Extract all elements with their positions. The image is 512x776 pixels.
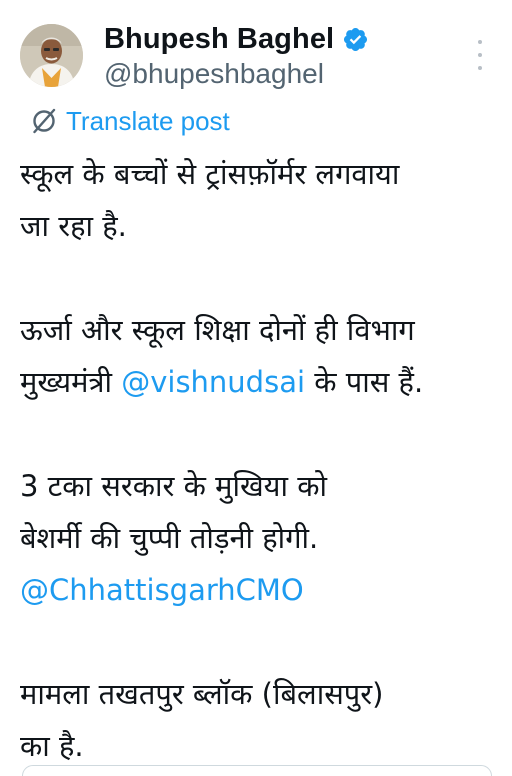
- post-line: स्कूल के बच्चों से ट्रांसफ़ॉर्मर लगवाया: [20, 157, 400, 191]
- user-handle[interactable]: @bhupeshbaghel: [104, 58, 324, 90]
- verified-badge-icon[interactable]: [342, 26, 369, 53]
- post-text: स्कूल के बच्चों से ट्रांसफ़ॉर्मर लगवाया …: [20, 148, 500, 772]
- display-name[interactable]: Bhupesh Baghel: [104, 23, 334, 56]
- post-line: मामला तखतपुर ब्लॉक (बिलासपुर): [20, 677, 384, 711]
- post-line: बेशर्मी की चुप्पी तोड़नी होगी.: [20, 521, 319, 555]
- post-line: ऊर्जा और स्कूल शिक्षा दोनों ही विभाग: [20, 313, 415, 347]
- post-line: 3 टका सरकार के मुखिया को: [20, 469, 328, 503]
- avatar[interactable]: [20, 24, 83, 87]
- embedded-media-card[interactable]: [22, 765, 492, 776]
- avatar-image: [20, 24, 83, 87]
- more-dot: [478, 53, 482, 57]
- translate-post-label: Translate post: [66, 105, 230, 136]
- post-text-segment: के पास हैं.: [305, 365, 424, 399]
- display-name-row: Bhupesh Baghel: [104, 20, 369, 58]
- post-line: जा रहा है.: [20, 209, 127, 243]
- post-header: Bhupesh Baghel @bhupeshbaghel: [0, 0, 512, 100]
- translate-post-button[interactable]: Translate post: [30, 104, 230, 138]
- more-dot: [478, 40, 482, 44]
- post-screen: Bhupesh Baghel @bhupeshbaghel Translate …: [0, 0, 512, 776]
- translate-icon: [30, 107, 58, 135]
- post-line-with-mention: मुख्यमंत्री @vishnudsai के पास हैं.: [20, 356, 500, 408]
- more-options-icon[interactable]: [470, 40, 490, 70]
- mention-link[interactable]: @vishnudsai: [121, 365, 305, 399]
- mention-link[interactable]: @ChhattisgarhCMO: [20, 564, 500, 616]
- more-dot: [478, 66, 482, 70]
- post-text-segment: मुख्यमंत्री: [20, 365, 122, 399]
